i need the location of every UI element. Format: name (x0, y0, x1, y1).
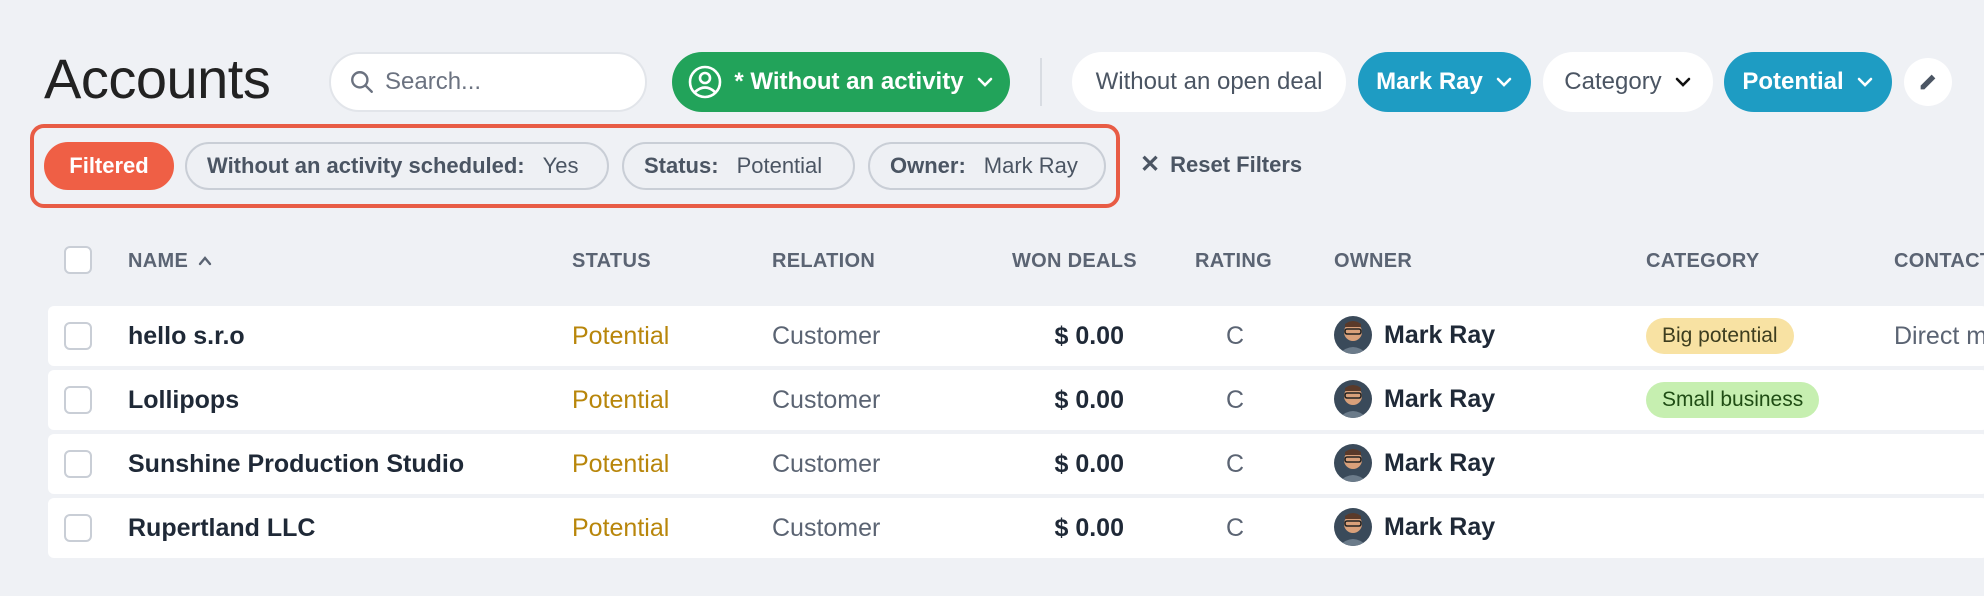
filter-chip-value: Potential (736, 153, 823, 178)
owner-cell: Mark Ray (1334, 316, 1495, 354)
edit-filters-button[interactable] (1904, 58, 1952, 106)
chevron-down-icon (1857, 77, 1872, 87)
avatar (1334, 380, 1372, 418)
activity-filter-label: * Without an activity (734, 68, 964, 95)
page-title: Accounts (44, 47, 271, 110)
table-row[interactable]: Rupertland LLC Potential Customer $ 0.00… (48, 498, 1984, 558)
column-header-status[interactable]: STATUS (572, 250, 651, 273)
column-header-relation[interactable]: RELATION (772, 250, 875, 273)
owner-filter-label: Mark Ray (1376, 68, 1483, 95)
relation-cell: Customer (772, 322, 881, 350)
category-filter-button[interactable]: Category (1543, 52, 1713, 112)
reset-filters-label: Reset Filters (1170, 151, 1303, 177)
search-field[interactable] (329, 52, 647, 112)
filtered-badge: Filtered (44, 142, 174, 190)
account-name[interactable]: hello s.r.o (128, 322, 245, 351)
won-deals-cell: $ 0.00 (1054, 450, 1124, 478)
won-deals-cell: $ 0.00 (1054, 386, 1124, 414)
owner-cell: Mark Ray (1334, 444, 1495, 482)
category-badge: Small business (1646, 382, 1820, 418)
filter-chip-owner[interactable]: Owner: Mark Ray (868, 142, 1106, 190)
chevron-down-icon (977, 77, 992, 87)
category-filter-label: Category (1564, 68, 1662, 95)
open-deal-filter-button[interactable]: Without an open deal (1072, 52, 1346, 112)
owner-filter-button[interactable]: Mark Ray (1358, 52, 1531, 112)
account-name[interactable]: Rupertland LLC (128, 514, 316, 543)
won-deals-cell: $ 0.00 (1054, 514, 1124, 542)
relation-cell: Customer (772, 450, 881, 478)
column-header-contact[interactable]: CONTACT (1894, 250, 1984, 273)
relation-cell: Customer (772, 386, 881, 414)
column-header-won-deals[interactable]: WON DEALS (1012, 250, 1137, 273)
reset-filters-button[interactable]: ✕ Reset Filters (1140, 150, 1302, 179)
status-cell: Potential (572, 450, 670, 478)
status-cell: Potential (572, 386, 670, 414)
filter-chip-status[interactable]: Status: Potential (622, 142, 855, 190)
relation-cell: Customer (772, 514, 881, 542)
avatar (1334, 444, 1372, 482)
close-icon: ✕ (1140, 151, 1161, 178)
account-name[interactable]: Sunshine Production Studio (128, 450, 464, 479)
column-header-label: NAME (128, 250, 189, 272)
row-checkbox[interactable] (64, 450, 92, 478)
row-checkbox[interactable] (64, 514, 92, 542)
column-header-category[interactable]: CATEGORY (1646, 250, 1760, 273)
rating-cell: C (1226, 322, 1245, 350)
filter-chip-key: Status: (644, 153, 719, 178)
account-name[interactable]: Lollipops (128, 386, 239, 415)
user-circle-icon (689, 65, 722, 99)
rating-cell: C (1226, 450, 1245, 478)
filter-chip-key: Owner: (890, 153, 966, 178)
status-filter-button[interactable]: Potential (1724, 52, 1892, 112)
avatar (1334, 508, 1372, 546)
status-filter-label: Potential (1742, 68, 1844, 95)
column-header-rating[interactable]: RATING (1195, 250, 1272, 273)
rating-cell: C (1226, 514, 1245, 542)
table-row[interactable]: Lollipops Potential Customer $ 0.00 C Ma… (48, 370, 1984, 430)
status-cell: Potential (572, 514, 670, 542)
category-badge: Big potential (1646, 318, 1794, 354)
row-checkbox[interactable] (64, 322, 92, 350)
owner-name: Mark Ray (1384, 448, 1496, 477)
filtered-badge-label: Filtered (69, 153, 149, 178)
search-input[interactable] (385, 68, 625, 96)
column-header-owner[interactable]: OWNER (1334, 250, 1412, 273)
chevron-down-icon (1675, 77, 1690, 87)
avatar (1334, 316, 1372, 354)
sort-up-icon (198, 256, 212, 266)
owner-name: Mark Ray (1384, 320, 1496, 349)
won-deals-cell: $ 0.00 (1054, 322, 1124, 350)
filter-chip-activity[interactable]: Without an activity scheduled: Yes (185, 142, 609, 190)
column-header-name[interactable]: NAME (128, 250, 212, 273)
filter-chip-key: Without an activity scheduled: (207, 153, 525, 178)
filter-chip-value: Mark Ray (983, 153, 1078, 178)
owner-cell: Mark Ray (1334, 380, 1495, 418)
owner-name: Mark Ray (1384, 384, 1496, 413)
select-all-checkbox[interactable] (64, 246, 92, 274)
rating-cell: C (1226, 386, 1245, 414)
owner-cell: Mark Ray (1334, 508, 1495, 546)
row-checkbox[interactable] (64, 386, 92, 414)
pencil-icon (1920, 74, 1936, 90)
chevron-down-icon (1496, 77, 1512, 87)
activity-filter-button[interactable]: * Without an activity (672, 52, 1010, 112)
table-row[interactable]: hello s.r.o Potential Customer $ 0.00 C … (48, 306, 1984, 366)
open-deal-filter-label: Without an open deal (1095, 68, 1323, 95)
status-cell: Potential (572, 322, 670, 350)
contact-cell: Direct m (1894, 322, 1984, 350)
filter-chip-value: Yes (542, 153, 579, 178)
table-row[interactable]: Sunshine Production Studio Potential Cus… (48, 434, 1984, 494)
owner-name: Mark Ray (1384, 512, 1496, 541)
toolbar-divider (1040, 58, 1042, 106)
search-icon (351, 71, 373, 93)
